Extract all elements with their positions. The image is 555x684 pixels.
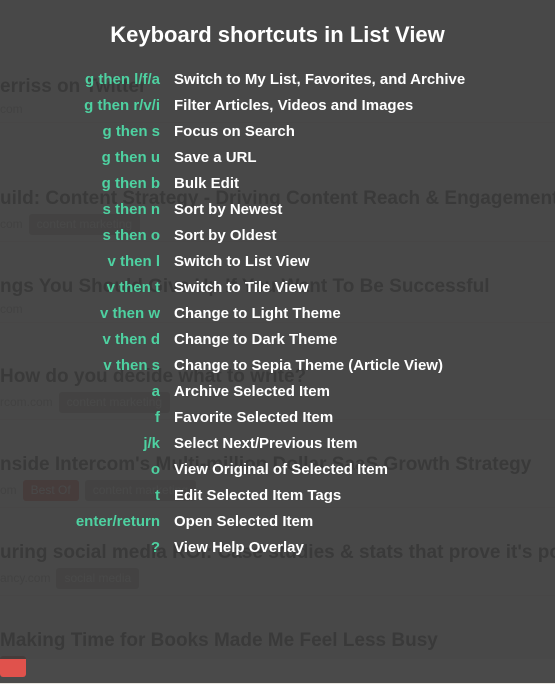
shortcut-desc: Open Selected Item <box>174 508 465 534</box>
shortcut-desc: View Original of Selected Item <box>174 456 465 482</box>
shortcut-desc: Switch to Tile View <box>174 274 465 300</box>
shortcut-row: v then wChange to Light Theme <box>0 300 465 326</box>
shortcut-row: oView Original of Selected Item <box>0 456 465 482</box>
shortcut-desc: Favorite Selected Item <box>174 404 465 430</box>
shortcut-desc: Bulk Edit <box>174 170 465 196</box>
shortcut-desc: Archive Selected Item <box>174 378 465 404</box>
shortcut-key: g then r/v/i <box>0 92 174 118</box>
shortcut-row: aArchive Selected Item <box>0 378 465 404</box>
shortcut-list: g then l/f/aSwitch to My List, Favorites… <box>0 66 465 560</box>
shortcut-row: fFavorite Selected Item <box>0 404 465 430</box>
shortcut-key: ? <box>0 534 174 560</box>
shortcut-key: v then w <box>0 300 174 326</box>
help-overlay[interactable]: Keyboard shortcuts in List View g then l… <box>0 0 555 659</box>
shortcut-row: g then uSave a URL <box>0 144 465 170</box>
shortcut-row: v then sChange to Sepia Theme (Article V… <box>0 352 465 378</box>
shortcut-row: v then tSwitch to Tile View <box>0 274 465 300</box>
shortcut-desc: View Help Overlay <box>174 534 465 560</box>
shortcut-desc: Edit Selected Item Tags <box>174 482 465 508</box>
shortcut-desc: Change to Dark Theme <box>174 326 465 352</box>
shortcut-row: s then oSort by Oldest <box>0 222 465 248</box>
shortcut-key: g then u <box>0 144 174 170</box>
shortcut-key: o <box>0 456 174 482</box>
shortcut-key: v then t <box>0 274 174 300</box>
tag[interactable] <box>0 656 26 677</box>
shortcut-key: v then l <box>0 248 174 274</box>
shortcut-row: v then dChange to Dark Theme <box>0 326 465 352</box>
shortcut-key: g then s <box>0 118 174 144</box>
shortcut-row: s then nSort by Newest <box>0 196 465 222</box>
shortcut-row: tEdit Selected Item Tags <box>0 482 465 508</box>
shortcut-key: s then o <box>0 222 174 248</box>
shortcut-desc: Change to Sepia Theme (Article View) <box>174 352 465 378</box>
shortcut-key: a <box>0 378 174 404</box>
shortcut-key: enter/return <box>0 508 174 534</box>
shortcut-key: s then n <box>0 196 174 222</box>
shortcut-desc: Filter Articles, Videos and Images <box>174 92 465 118</box>
shortcut-key: f <box>0 404 174 430</box>
shortcut-key: j/k <box>0 430 174 456</box>
shortcut-row: g then r/v/iFilter Articles, Videos and … <box>0 92 465 118</box>
shortcut-row: g then sFocus on Search <box>0 118 465 144</box>
shortcut-desc: Switch to My List, Favorites, and Archiv… <box>174 66 465 92</box>
shortcut-desc: Select Next/Previous Item <box>174 430 465 456</box>
shortcut-row: g then l/f/aSwitch to My List, Favorites… <box>0 66 465 92</box>
shortcut-desc: Focus on Search <box>174 118 465 144</box>
shortcut-key: g then l/f/a <box>0 66 174 92</box>
shortcut-row: enter/returnOpen Selected Item <box>0 508 465 534</box>
article-meta <box>0 656 555 677</box>
shortcut-key: t <box>0 482 174 508</box>
overlay-title: Keyboard shortcuts in List View <box>0 22 555 48</box>
shortcut-key: v then d <box>0 326 174 352</box>
shortcut-desc: Sort by Oldest <box>174 222 465 248</box>
shortcut-row: v then lSwitch to List View <box>0 248 465 274</box>
shortcut-row: g then bBulk Edit <box>0 170 465 196</box>
shortcut-row: j/kSelect Next/Previous Item <box>0 430 465 456</box>
shortcut-desc: Change to Light Theme <box>174 300 465 326</box>
shortcut-desc: Switch to List View <box>174 248 465 274</box>
shortcut-row: ?View Help Overlay <box>0 534 465 560</box>
shortcut-desc: Save a URL <box>174 144 465 170</box>
shortcut-desc: Sort by Newest <box>174 196 465 222</box>
shortcut-key: v then s <box>0 352 174 378</box>
shortcut-key: g then b <box>0 170 174 196</box>
